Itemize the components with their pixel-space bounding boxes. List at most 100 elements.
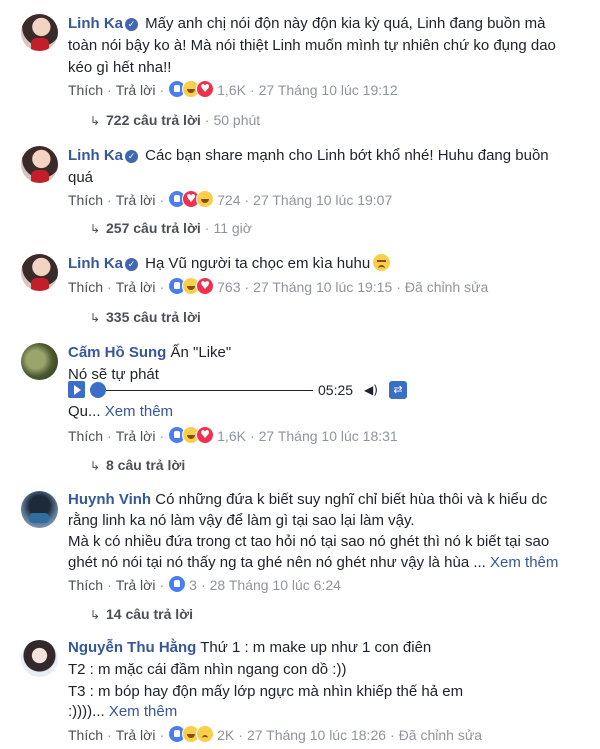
comment-actions: Thích·Trả lời·1,6K·27 Tháng 10 lúc 19:12 — [68, 80, 398, 98]
replies-count: 335 câu trả lời — [106, 309, 201, 325]
replies-link[interactable]: ↳ 257 câu trả lời · 11 giờ — [90, 219, 252, 237]
reply-link[interactable]: Trả lời — [116, 192, 156, 208]
comment-author[interactable]: Cấm Hồ Sung — [68, 344, 166, 361]
reactions-icons[interactable] — [168, 725, 215, 747]
seek-track[interactable] — [106, 390, 313, 391]
reactions-icons[interactable] — [168, 190, 215, 212]
like-link[interactable]: Thích — [68, 192, 103, 208]
love-icon — [196, 426, 215, 444]
comment-timestamp[interactable]: 27 Tháng 10 lúc 19:15 — [253, 279, 392, 295]
see-more-link[interactable]: Xem thêm — [105, 403, 173, 420]
comment-author[interactable]: Linh Ka — [68, 15, 123, 32]
sad-face-emoji-icon — [373, 254, 391, 271]
reaction-count[interactable]: 1,6K — [217, 428, 246, 444]
edited-label[interactable]: Đã chỉnh sửa — [405, 279, 488, 295]
avatar[interactable] — [21, 640, 58, 677]
reply-link[interactable]: Trả lời — [116, 279, 156, 295]
audio-player: 05:25 ◀) ⇄ — [0, 380, 600, 402]
haha-icon — [196, 190, 215, 208]
comment-body: Huynh Vinh Có những đứa k biết suy nghĩ … — [68, 489, 578, 511]
like-link[interactable]: Thích — [68, 727, 103, 743]
see-more-link[interactable]: Xem thêm — [490, 554, 558, 571]
verified-badge-icon: ✓ — [125, 258, 138, 271]
comment-actions: Thích · Trả lời · 2K · 27 Tháng 10 lúc 18:26 · Đ… — [68, 725, 482, 743]
comment-timestamp[interactable]: 27 Tháng 10 lúc 18:31 — [259, 428, 398, 444]
avatar[interactable] — [21, 254, 58, 291]
comment-text-truncated: ghét nó nói tại nó thấy ng ta ghé nên nó… — [68, 554, 486, 571]
reply-arrow-icon: ↳ — [90, 311, 101, 325]
avatar[interactable] — [21, 491, 58, 528]
comment-author[interactable]: Nguyễn Thu Hằng — [68, 639, 196, 656]
comment-text: Hạ Vũ người ta chọc em kìa huhu — [145, 255, 371, 272]
comment-line: :))))... Xem thêm — [68, 701, 578, 723]
comment-line: rằng linh ka nó làm vậy để làm gì tại sa… — [68, 512, 415, 529]
comment-author[interactable]: Linh Ka — [68, 255, 123, 272]
replies-count: 14 câu trả lời — [106, 606, 193, 622]
comment-timestamp[interactable]: 27 Tháng 10 lúc 19:12 — [259, 82, 398, 98]
reaction-count[interactable]: 2K — [217, 727, 234, 743]
comment-timestamp[interactable]: 27 Tháng 10 lúc 18:26 — [247, 727, 386, 743]
reaction-count[interactable]: 724 — [217, 192, 240, 208]
like-link[interactable]: Thích — [68, 577, 103, 593]
reactions-icons[interactable] — [168, 575, 187, 597]
player-time: 05:25 — [318, 382, 354, 398]
love-icon — [196, 80, 215, 98]
reactions-icons[interactable] — [168, 80, 215, 102]
like-link[interactable]: Thích — [68, 82, 103, 98]
sad-icon — [196, 725, 215, 743]
comment-author[interactable]: Linh Ka — [68, 147, 123, 164]
play-button-icon[interactable] — [68, 381, 85, 398]
verified-badge-icon: ✓ — [125, 150, 138, 163]
comment-timestamp[interactable]: 28 Tháng 10 lúc 6:24 — [210, 577, 341, 593]
reply-link[interactable]: Trả lời — [116, 428, 156, 444]
like-link[interactable]: Thích — [68, 279, 103, 295]
avatar[interactable] — [21, 343, 58, 380]
comment-timestamp[interactable]: 27 Tháng 10 lúc 19:07 — [253, 192, 392, 208]
comment-body: Cấm Hồ Sung Ấn "Like" — [68, 342, 578, 364]
replies-link[interactable]: ↳ 14 câu trả lời — [90, 605, 193, 623]
replies-time: 11 giờ — [213, 220, 252, 236]
reaction-count[interactable]: 3 — [189, 577, 197, 593]
verified-badge-icon: ✓ — [125, 18, 138, 31]
replies-count: 257 câu trả lời — [106, 220, 201, 236]
like-link[interactable]: Thích — [68, 428, 103, 444]
replies-link[interactable]: ↳ 722 câu trả lời · 50 phút — [90, 111, 260, 129]
comment-actions: Thích · Trả lời · 3 · 28 Tháng 10 lúc 6:24 — [68, 575, 341, 593]
replies-time: 50 phút — [213, 112, 261, 128]
volume-icon[interactable]: ◀) — [364, 382, 380, 398]
reactions-icons[interactable] — [168, 426, 215, 448]
reply-arrow-icon: ↳ — [90, 608, 101, 622]
comment-text: Ấn "Like" — [170, 344, 232, 361]
reply-arrow-icon: ↳ — [90, 222, 101, 236]
comment-text: Các bạn share mạnh cho Linh bớt khổ nhé!… — [68, 147, 549, 186]
reaction-count[interactable]: 763 — [217, 279, 240, 295]
reactions-icons[interactable] — [168, 277, 215, 299]
comment-author[interactable]: Huynh Vinh — [68, 491, 151, 508]
avatar[interactable] — [21, 14, 58, 51]
replies-link[interactable]: ↳ 8 câu trả lời — [90, 456, 185, 474]
reply-arrow-icon: ↳ — [90, 459, 101, 473]
reply-link[interactable]: Trả lời — [116, 727, 156, 743]
see-more-link[interactable]: Xem thêm — [109, 703, 177, 720]
comment-actions: Thích·Trả lời·724·27 Tháng 10 lúc 19:07 — [68, 190, 392, 208]
avatar[interactable] — [21, 146, 58, 183]
reaction-count[interactable]: 1,6K — [217, 82, 246, 98]
reply-link[interactable]: Trả lời — [116, 82, 156, 98]
comment-actions: Thích·Trả lời·763·27 Tháng 10 lúc 19:15·… — [68, 277, 488, 295]
comment-body: Linh Ka ✓ Mấy anh chị nói độn này độn kia… — [68, 13, 578, 79]
comment-line: ghét nó nói tại nó thấy ng ta ghé nên nó… — [68, 552, 588, 574]
comment-line: T2 : m mặc cái đầm nhìn ngang con dồ :)) — [68, 661, 347, 678]
replies-link[interactable]: ↳ 335 câu trả lời — [90, 308, 201, 326]
comment-body: Linh Ka ✓ Hạ Vũ người ta chọc em kìa huhu — [68, 253, 578, 275]
love-icon — [196, 277, 215, 295]
comment-text: Thứ 1 : m make up như 1 con điên — [200, 639, 432, 656]
replies-count: 8 câu trả lời — [106, 457, 186, 473]
like-icon — [168, 575, 187, 593]
reply-link[interactable]: Trả lời — [116, 577, 156, 593]
comment-line: Mà k có nhiều đứa trong ct tao hỏi nó tạ… — [68, 533, 550, 550]
replies-count: 722 câu trả lời — [106, 112, 201, 128]
edited-label[interactable]: Đã chỉnh sửa — [399, 727, 482, 743]
loop-icon[interactable]: ⇄ — [389, 381, 407, 399]
seek-handle[interactable] — [90, 382, 106, 398]
comment-line: Qu... Xem thêm — [68, 401, 578, 423]
